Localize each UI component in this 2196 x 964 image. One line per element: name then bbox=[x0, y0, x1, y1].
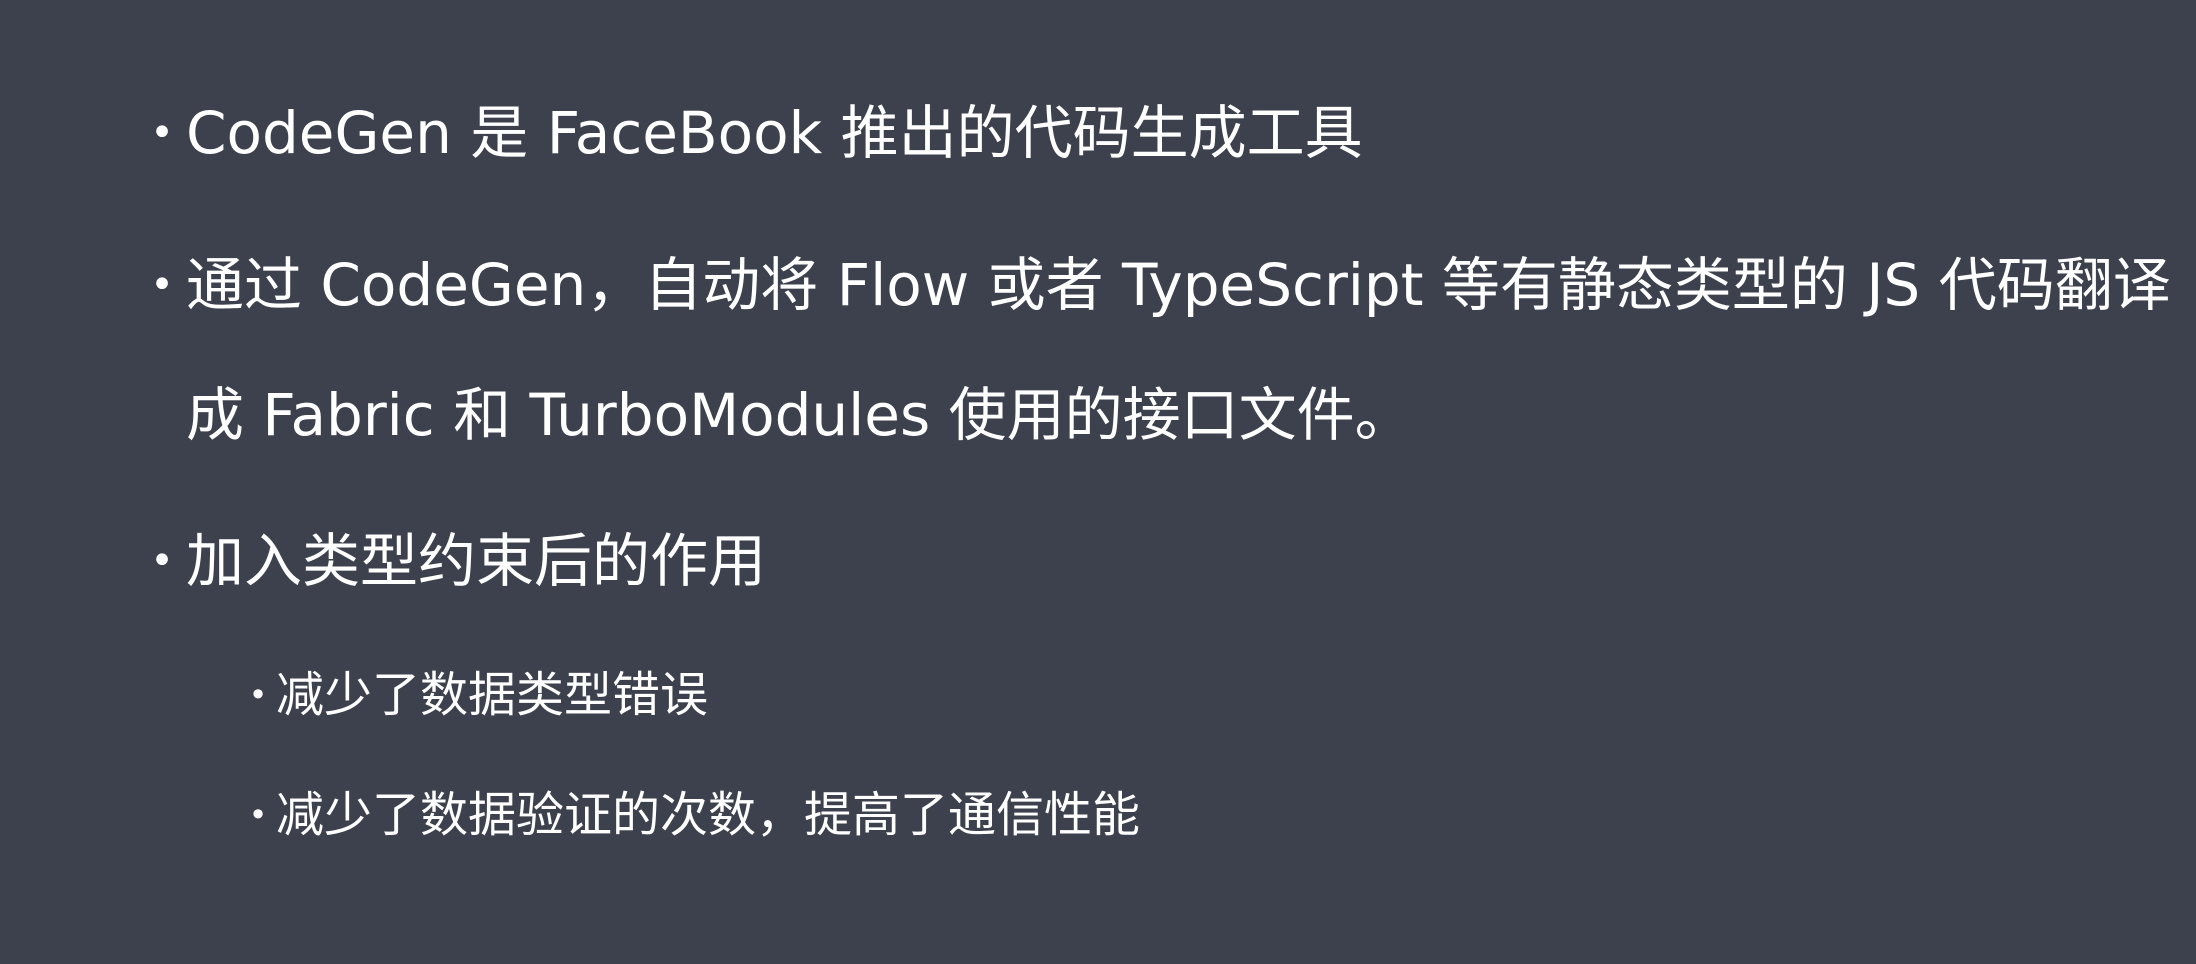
bullet-dot-icon: • bbox=[150, 110, 174, 156]
bullet-text: 减少了数据类型错误 bbox=[276, 667, 709, 723]
bullet-item-type-constraints: • 加入类型约束后的作用 bbox=[150, 496, 2196, 626]
bullet-dot-icon: • bbox=[248, 676, 268, 714]
bullet-item-codegen: • CodeGen 是 FaceBook 推出的代码生成工具 bbox=[150, 68, 2196, 198]
bullet-text: 通过 CodeGen，自动将 Flow 或者 TypeScript 等有静态类型… bbox=[186, 251, 2171, 449]
bullet-dot-icon: • bbox=[150, 262, 174, 308]
bullet-text: 加入类型约束后的作用 bbox=[186, 527, 767, 595]
bullet-text: 减少了数据验证的次数，提高了通信性能 bbox=[276, 787, 1141, 843]
bullet-dot-icon: • bbox=[150, 538, 174, 584]
bullet-dot-icon: • bbox=[248, 796, 268, 834]
bullet-item-translate: • 通过 CodeGen，自动将 Flow 或者 TypeScript 等有静态… bbox=[150, 220, 2196, 480]
sub-bullet-item-validation: • 减少了数据验证的次数，提高了通信性能 bbox=[249, 760, 1141, 870]
sub-bullet-item-type-errors: • 减少了数据类型错误 bbox=[249, 640, 709, 750]
bullet-text: CodeGen 是 FaceBook 推出的代码生成工具 bbox=[186, 99, 1363, 167]
bullet-list: • CodeGen 是 FaceBook 推出的代码生成工具 • 通过 Code… bbox=[0, 0, 2196, 964]
slide: • CodeGen 是 FaceBook 推出的代码生成工具 • 通过 Code… bbox=[0, 0, 2196, 964]
